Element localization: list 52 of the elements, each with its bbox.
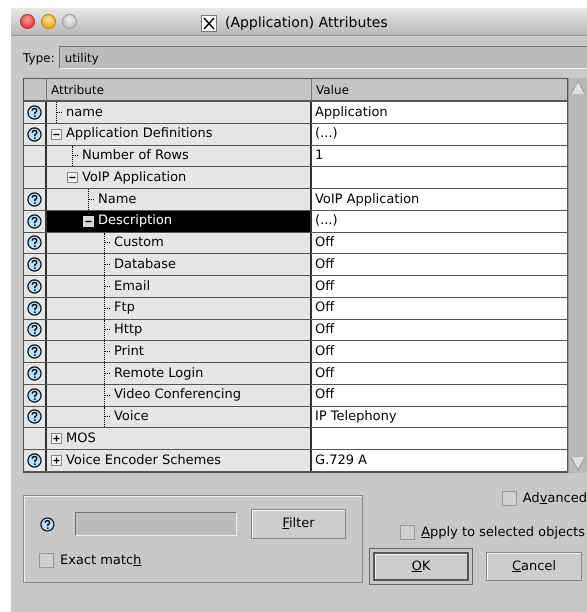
expand-icon[interactable]	[51, 433, 62, 444]
collapse-icon[interactable]	[67, 172, 78, 184]
apply-label[interactable]: Apply to selected objects	[421, 522, 585, 542]
filter-field[interactable]	[74, 512, 238, 536]
help-icon[interactable]	[27, 300, 42, 316]
type-field[interactable]: utility	[58, 46, 587, 69]
attribute-cell[interactable]: Name	[47, 189, 312, 210]
close-button[interactable]	[20, 14, 35, 29]
help-icon[interactable]	[40, 516, 55, 532]
attribute-cell[interactable]: Voice	[47, 406, 312, 428]
attribute-cell[interactable]: Http	[47, 320, 312, 340]
attribute-cell[interactable]: VoIP Application	[47, 167, 312, 188]
column-header[interactable]: Value	[312, 79, 567, 100]
help-icon[interactable]	[27, 126, 42, 142]
checkbox[interactable]	[39, 553, 54, 568]
attribute-cell[interactable]: Number of Rows	[47, 146, 312, 166]
help-icon[interactable]	[27, 214, 42, 229]
attribute-cell[interactable]: Remote Login	[47, 363, 312, 384]
exact-match-label[interactable]: Exact match	[60, 551, 142, 570]
type-label: Type:	[23, 50, 55, 66]
advanced-label[interactable]: Advanced	[522, 489, 587, 508]
help-icon[interactable]	[27, 452, 42, 468]
window-title: (Application) Attributes	[225, 14, 388, 33]
help-icon[interactable]	[27, 366, 42, 381]
attribute-cell[interactable]: Video Conferencing	[47, 384, 312, 406]
checkbox[interactable]	[502, 491, 517, 506]
column-header[interactable]: Attribute	[47, 79, 312, 100]
checkbox[interactable]	[400, 524, 416, 540]
attribute-cell[interactable]: Voice Encoder Schemes	[47, 450, 312, 471]
attribute-cell[interactable]: Email	[47, 276, 312, 297]
help-icon[interactable]	[27, 388, 42, 403]
attribute-cell[interactable]: Print	[47, 341, 312, 362]
attribute-cell[interactable]: Custom	[47, 232, 312, 254]
help-icon[interactable]	[27, 235, 42, 250]
attribute-cell[interactable]: Ftp	[47, 298, 312, 318]
filter-button[interactable]: Filter	[251, 509, 346, 539]
x-window-icon	[201, 15, 217, 32]
help-icon[interactable]	[27, 278, 42, 294]
attribute-cell[interactable]: Application Definitions	[47, 124, 312, 144]
attribute-cell[interactable]: MOS	[47, 428, 312, 449]
attribute-cell[interactable]: name	[47, 102, 312, 123]
help-icon[interactable]	[27, 344, 42, 360]
help-icon[interactable]	[27, 257, 42, 272]
help-icon[interactable]	[27, 104, 42, 120]
collapse-icon[interactable]	[51, 128, 62, 140]
expand-icon[interactable]	[51, 454, 62, 466]
help-icon[interactable]	[27, 192, 42, 207]
attribute-cell[interactable]: Database	[47, 254, 312, 275]
attribute-cell[interactable]: Description	[47, 210, 312, 232]
cancel-button[interactable]: Cancel	[486, 552, 582, 581]
help-icon[interactable]	[27, 322, 42, 338]
help-icon[interactable]	[27, 409, 42, 424]
